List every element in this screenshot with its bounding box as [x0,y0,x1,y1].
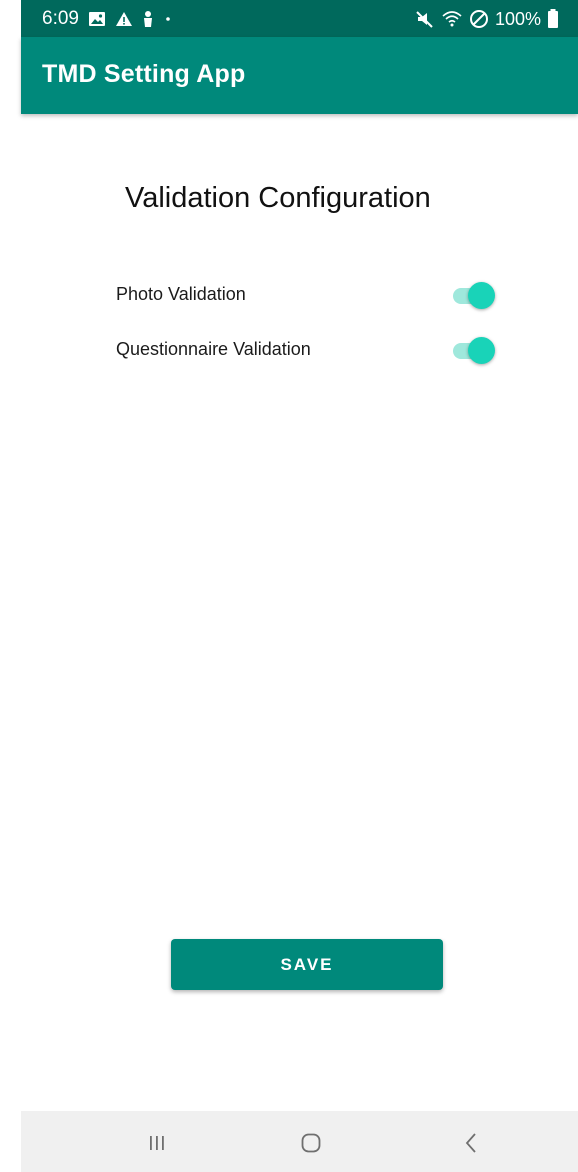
wifi-icon [441,10,463,28]
alert-triangle-icon [115,11,133,27]
home-icon[interactable] [291,1125,331,1161]
app-bar: TMD Setting App [21,37,578,114]
status-bar: 6:09 100% [21,0,578,37]
photo-validation-label: Photo Validation [116,284,246,304]
questionnaire-validation-switch[interactable] [450,336,496,364]
status-time: 6:09 [42,8,79,29]
switch-thumb [468,282,495,309]
page-title: Validation Configuration [125,182,431,214]
status-right: 100% [415,7,559,31]
save-button[interactable]: SAVE [171,939,443,990]
status-left: 6:09 [42,7,173,31]
dot-icon [163,14,173,24]
setting-row-questionnaire-validation: Questionnaire Validation [116,333,496,367]
setting-row-photo-validation: Photo Validation [116,278,496,312]
recents-icon[interactable] [137,1125,177,1161]
battery-percentage: 100% [494,8,541,29]
gallery-icon [88,11,106,27]
mute-icon [415,10,435,28]
person-icon [142,10,154,28]
switch-thumb [468,337,495,364]
photo-validation-switch[interactable] [450,281,496,309]
questionnaire-validation-label: Questionnaire Validation [116,339,311,359]
do-not-disturb-icon [469,9,489,29]
app-title: TMD Setting App [42,60,246,88]
battery-icon [547,9,559,29]
navigation-bar [21,1111,578,1172]
back-icon[interactable] [451,1125,491,1161]
